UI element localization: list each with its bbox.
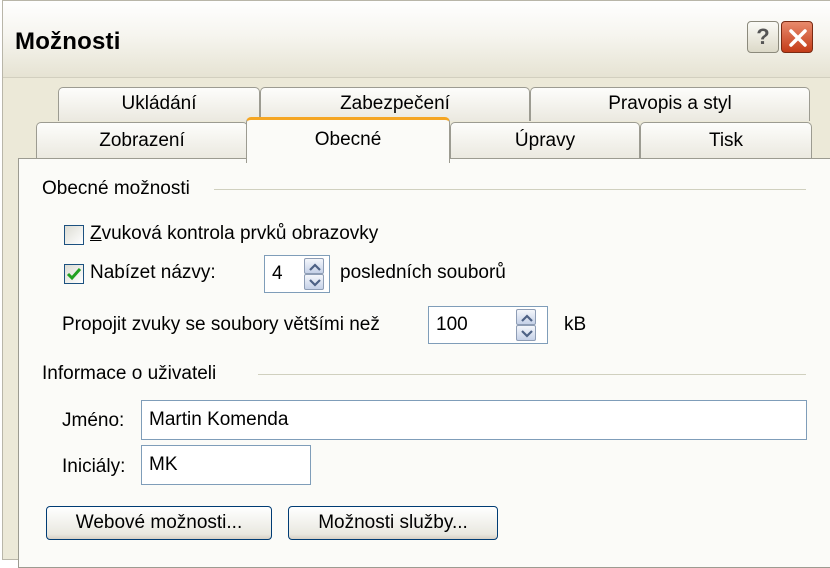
recent-files-label[interactable]: Nabízet názvy: xyxy=(90,262,216,284)
question-icon: ? xyxy=(756,24,770,49)
tab-label: Zabezpečení xyxy=(340,93,450,114)
initials-input[interactable]: MK xyxy=(141,445,311,485)
tab-tisk[interactable]: Tisk xyxy=(640,122,812,158)
sound-check-checkbox[interactable] xyxy=(64,225,84,245)
arrow-down-icon xyxy=(521,330,533,338)
arrow-down-icon xyxy=(309,279,321,287)
tab-pravopis[interactable]: Pravopis a styl xyxy=(530,87,810,121)
recent-files-spinner[interactable] xyxy=(304,257,326,291)
group-label-user-info: Informace o uživateli xyxy=(42,363,217,384)
spin-up-button[interactable] xyxy=(516,309,536,325)
initials-label: Iniciály: xyxy=(62,456,126,477)
name-input[interactable]: Martin Komenda xyxy=(141,400,807,440)
arrow-up-icon xyxy=(309,263,321,271)
service-options-button[interactable]: Možnosti služby... xyxy=(288,506,498,540)
link-sounds-spinner[interactable] xyxy=(516,308,538,342)
spin-up-button[interactable] xyxy=(304,258,324,274)
recent-files-checkbox[interactable] xyxy=(64,264,84,284)
tab-label: Ukládání xyxy=(121,93,197,114)
tab-label: Zobrazení xyxy=(99,130,185,151)
tab-label: Pravopis a styl xyxy=(608,93,732,114)
tab-ukladani[interactable]: Ukládání xyxy=(58,87,260,121)
spin-down-button[interactable] xyxy=(304,274,324,290)
tab-upravy[interactable]: Úpravy xyxy=(450,122,640,158)
arrow-up-icon xyxy=(521,314,533,322)
close-button[interactable] xyxy=(781,21,813,53)
checkmark-icon xyxy=(66,268,82,281)
tab-label: Úpravy xyxy=(514,130,576,151)
window-title: Možnosti xyxy=(15,28,121,55)
recent-files-suffix: posledních souborů xyxy=(340,262,506,283)
tab-zabezpeceni[interactable]: Zabezpečení xyxy=(260,87,530,121)
help-button[interactable]: ? xyxy=(747,21,779,53)
link-sounds-unit: kB xyxy=(564,314,587,335)
title-bar[interactable]: Možnosti ? xyxy=(3,1,830,78)
tab-label: Tisk xyxy=(708,130,744,151)
tab-label: Obecné xyxy=(314,129,382,150)
sound-check-label[interactable]: Zvuková kontrola prvků obrazovky xyxy=(90,223,378,245)
group-divider xyxy=(258,374,806,375)
tab-obecne[interactable]: Obecné xyxy=(246,117,450,163)
web-options-button[interactable]: Webové možnosti... xyxy=(46,506,272,540)
group-label-general: Obecné možnosti xyxy=(42,178,190,199)
tab-zobrazeni[interactable]: Zobrazení xyxy=(36,122,248,158)
group-divider xyxy=(214,189,806,190)
name-label: Jméno: xyxy=(62,410,125,431)
link-sounds-label: Propojit zvuky se soubory většími než xyxy=(62,314,380,335)
spin-down-button[interactable] xyxy=(516,325,536,341)
close-icon xyxy=(789,29,807,47)
